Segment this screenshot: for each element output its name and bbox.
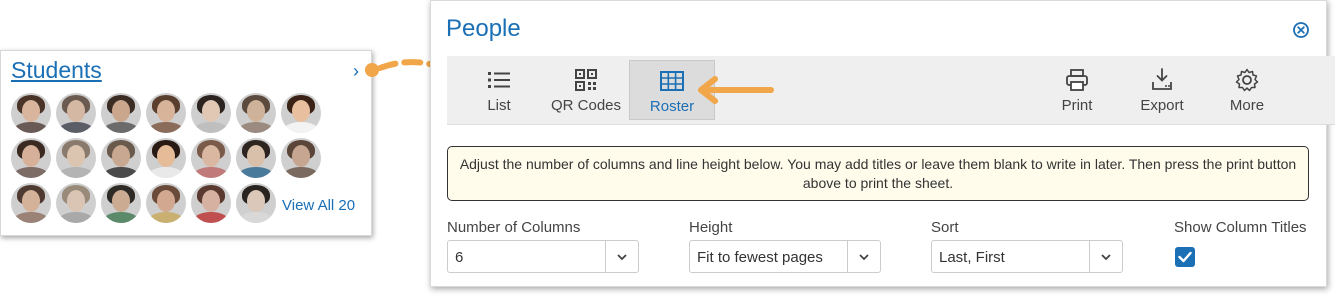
list-button[interactable]: List bbox=[479, 56, 519, 118]
table-grid-icon bbox=[660, 71, 684, 91]
list-icon bbox=[488, 72, 510, 88]
more-button[interactable]: More bbox=[1227, 56, 1267, 118]
export-button[interactable]: Export bbox=[1137, 56, 1187, 118]
student-avatar[interactable] bbox=[101, 93, 141, 133]
chevron-right-icon[interactable]: › bbox=[353, 61, 359, 82]
student-avatar[interactable] bbox=[281, 93, 321, 133]
student-avatar[interactable] bbox=[236, 183, 276, 223]
pointer-arrow-icon bbox=[698, 76, 774, 104]
student-avatar[interactable] bbox=[101, 138, 141, 178]
student-avatar[interactable] bbox=[11, 93, 51, 133]
close-circle-icon[interactable] bbox=[1293, 22, 1309, 38]
student-avatar[interactable] bbox=[191, 183, 231, 223]
student-avatar[interactable] bbox=[146, 93, 186, 133]
download-export-icon bbox=[1152, 68, 1172, 90]
info-box: Adjust the number of columns and line he… bbox=[447, 146, 1309, 201]
chevron-down-icon[interactable] bbox=[605, 241, 638, 272]
columns-select[interactable]: 6 bbox=[447, 240, 639, 273]
student-avatar[interactable] bbox=[11, 138, 51, 178]
toolbar: List QR Codes Roster Print Export More bbox=[447, 56, 1335, 125]
sort-value: Last, First bbox=[939, 249, 1005, 266]
panel-title: People bbox=[446, 15, 521, 42]
height-select[interactable]: Fit to fewest pages bbox=[689, 240, 881, 273]
height-value: Fit to fewest pages bbox=[697, 249, 823, 266]
export-label: Export bbox=[1140, 97, 1184, 114]
student-avatar[interactable] bbox=[146, 183, 186, 223]
print-button[interactable]: Print bbox=[1057, 56, 1097, 118]
student-avatar[interactable] bbox=[11, 183, 51, 223]
chevron-down-icon[interactable] bbox=[847, 241, 880, 272]
people-panel: People List QR Codes Roster Print Export… bbox=[430, 0, 1335, 287]
student-avatar[interactable] bbox=[56, 183, 96, 223]
gear-icon bbox=[1235, 68, 1259, 92]
sort-label: Sort bbox=[931, 219, 959, 236]
checkmark-icon bbox=[1178, 251, 1192, 263]
student-avatar[interactable] bbox=[236, 93, 276, 133]
show-titles-checkbox[interactable] bbox=[1175, 247, 1195, 267]
student-avatar[interactable] bbox=[191, 138, 231, 178]
student-avatar[interactable] bbox=[191, 93, 231, 133]
show-titles-label: Show Column Titles bbox=[1174, 219, 1307, 236]
student-avatar[interactable] bbox=[281, 138, 321, 178]
qr-codes-button[interactable]: QR Codes bbox=[547, 56, 625, 118]
sort-select[interactable]: Last, First bbox=[931, 240, 1123, 273]
print-label: Print bbox=[1061, 97, 1093, 114]
qr-code-icon bbox=[575, 69, 597, 91]
student-avatar[interactable] bbox=[236, 138, 276, 178]
columns-label: Number of Columns bbox=[447, 219, 581, 236]
view-all-link[interactable]: View All 20 bbox=[282, 197, 355, 214]
chevron-down-icon[interactable] bbox=[1089, 241, 1122, 272]
columns-value: 6 bbox=[455, 249, 464, 266]
student-avatar[interactable] bbox=[101, 183, 141, 223]
height-label: Height bbox=[689, 219, 733, 236]
student-avatar[interactable] bbox=[56, 138, 96, 178]
list-label: List bbox=[487, 97, 511, 114]
student-avatar[interactable] bbox=[146, 138, 186, 178]
students-title-link[interactable]: Students bbox=[11, 57, 102, 84]
student-avatar[interactable] bbox=[56, 93, 96, 133]
students-card: Students › View All 20 bbox=[0, 50, 372, 236]
printer-icon bbox=[1066, 69, 1088, 91]
qr-codes-label: QR Codes bbox=[550, 97, 622, 114]
more-label: More bbox=[1229, 97, 1265, 114]
